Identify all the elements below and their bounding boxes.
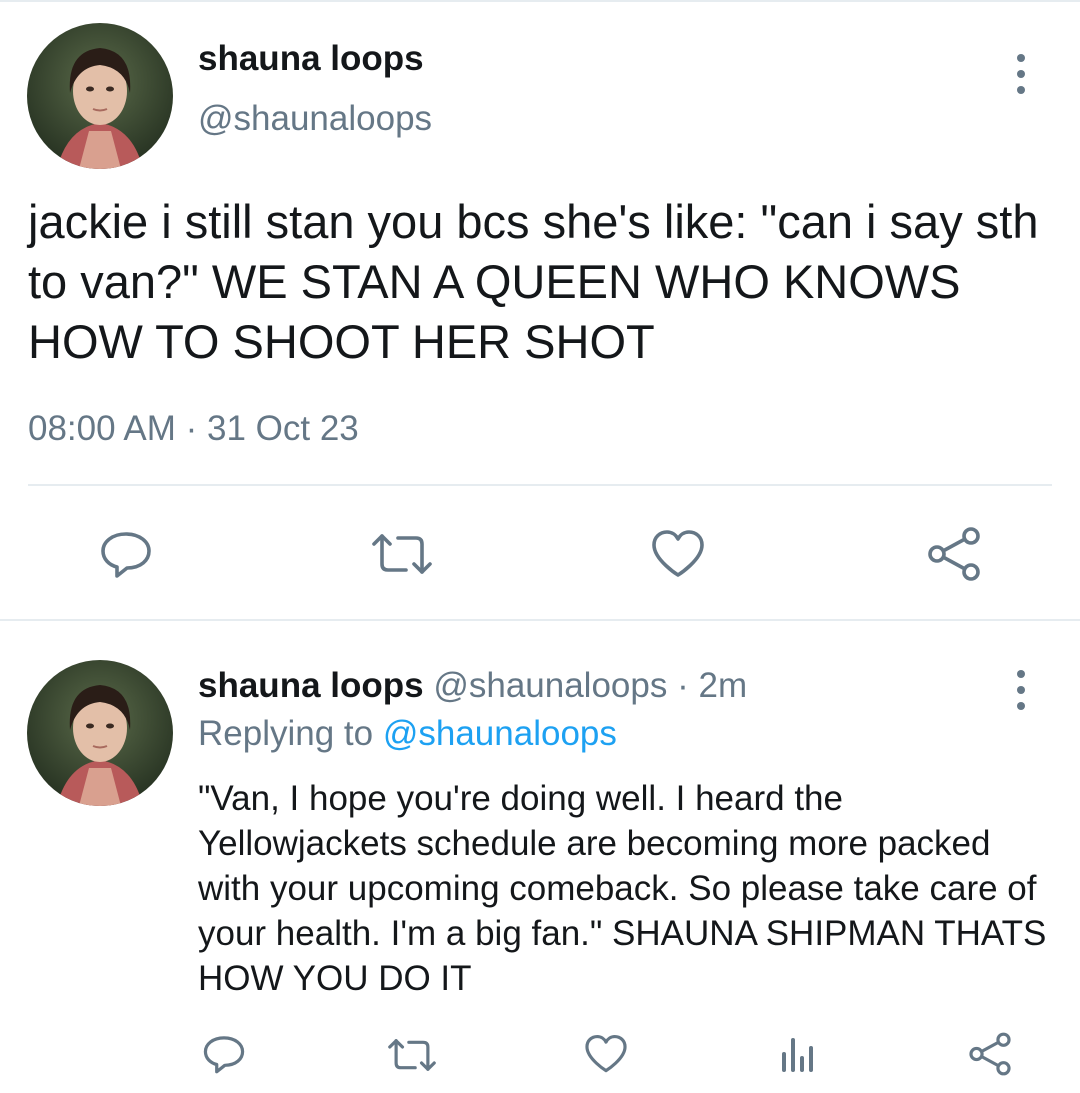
- reply-avatar[interactable]: [27, 660, 173, 806]
- timestamp-separator: ·: [185, 409, 198, 448]
- more-options-icon[interactable]: [1011, 54, 1031, 94]
- reply-header: shauna loops @shaunaloops · 2m: [198, 666, 747, 706]
- replying-to-handle[interactable]: @shaunaloops: [383, 714, 617, 753]
- handle[interactable]: @shaunaloops: [198, 99, 432, 139]
- reply-more-options-icon[interactable]: [1011, 670, 1031, 710]
- analytics-icon[interactable]: [776, 1032, 820, 1076]
- reply-icon[interactable]: [200, 1032, 248, 1076]
- reply-text: "Van, I hope you're doing well. I heard …: [198, 779, 1047, 998]
- top-divider: [0, 0, 1080, 2]
- replying-to-label: Replying to: [198, 714, 374, 753]
- divider: [28, 484, 1052, 486]
- tweet-time: 08:00 AM: [28, 409, 176, 448]
- replying-to: Replying to @shaunaloops: [198, 714, 617, 754]
- like-icon[interactable]: [582, 1032, 630, 1076]
- reply-display-name[interactable]: shauna loops: [198, 666, 424, 705]
- share-icon[interactable]: [924, 524, 984, 584]
- reply-handle[interactable]: @shaunaloops: [433, 666, 667, 705]
- avatar-photo: [27, 660, 173, 806]
- tweet-timestamp: 08:00 AM · 31 Oct 23: [28, 409, 359, 449]
- retweet-icon[interactable]: [368, 528, 436, 580]
- tweet-date: 31 Oct 23: [207, 409, 359, 448]
- reply-icon[interactable]: [96, 526, 156, 582]
- reply-age: 2m: [698, 666, 748, 705]
- section-divider: [0, 619, 1080, 621]
- avatar[interactable]: [27, 23, 173, 169]
- reply-separator: ·: [677, 666, 689, 705]
- display-name[interactable]: shauna loops: [198, 39, 424, 79]
- retweet-icon[interactable]: [384, 1034, 440, 1076]
- tweet-text: jackie i still stan you bcs she's like: …: [28, 195, 1039, 368]
- avatar-photo: [27, 23, 173, 169]
- share-icon[interactable]: [966, 1030, 1014, 1078]
- like-icon[interactable]: [648, 526, 708, 582]
